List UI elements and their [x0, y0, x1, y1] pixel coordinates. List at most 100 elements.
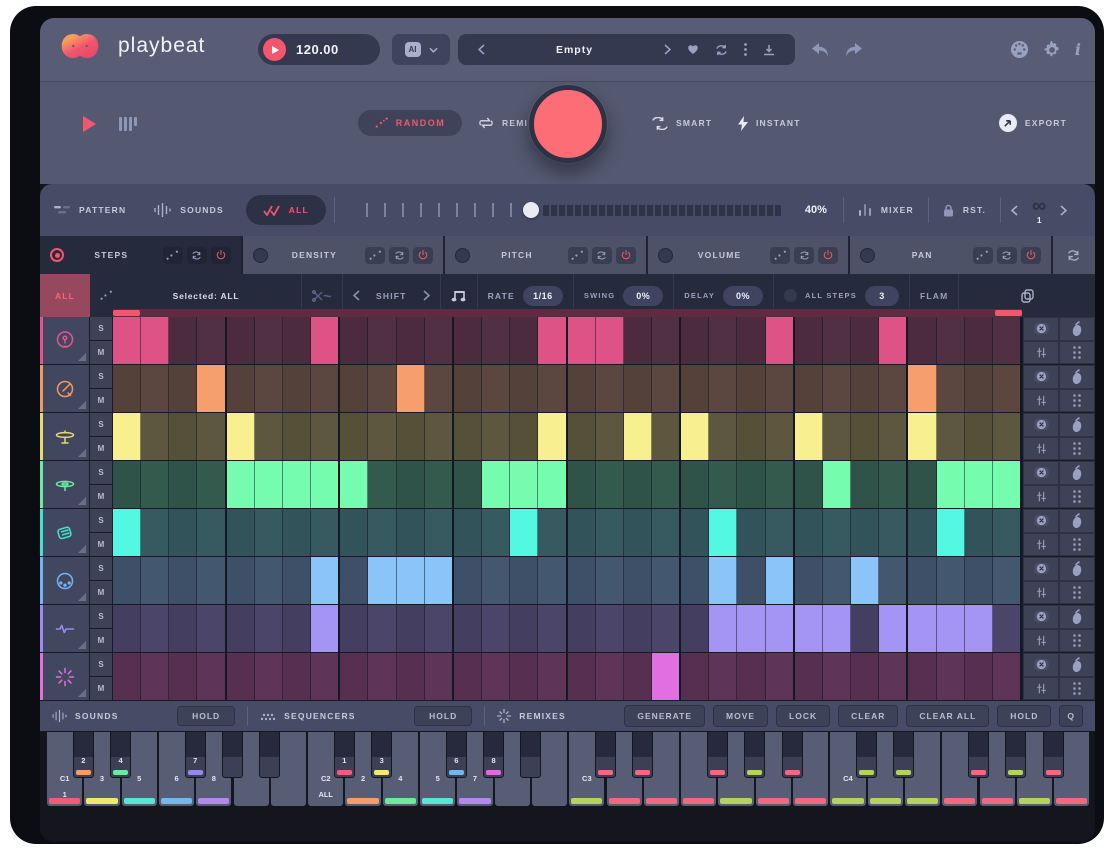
track-expand-triangle[interactable]: [78, 497, 86, 505]
track-8-step-31[interactable]: [965, 653, 993, 700]
track-6-step-15[interactable]: [510, 557, 538, 604]
tab-knob-icon[interactable]: [860, 248, 875, 263]
bpm-control[interactable]: 120.00: [258, 34, 380, 65]
track-4-step-29[interactable]: [908, 461, 936, 508]
track-7-step-5[interactable]: [227, 605, 255, 652]
drag-dots-button[interactable]: [1059, 677, 1095, 701]
track-6-step-22[interactable]: [709, 557, 737, 604]
track-4-step-16[interactable]: [538, 461, 567, 508]
track-8-step-26[interactable]: [823, 653, 851, 700]
track-7-step-6[interactable]: [255, 605, 283, 652]
track-8-step-21[interactable]: [681, 653, 709, 700]
track-5-step-31[interactable]: [965, 509, 993, 556]
track-1-step-29[interactable]: [908, 317, 936, 364]
drag-dots-button[interactable]: [1059, 437, 1095, 461]
randomness-slider-track[interactable]: [351, 203, 519, 217]
track-3-step-21[interactable]: [681, 413, 709, 460]
track-7-step-15[interactable]: [510, 605, 538, 652]
track-4-mute-button[interactable]: M: [90, 485, 112, 508]
track-3-step-4[interactable]: [197, 413, 226, 460]
track-8-step-22[interactable]: [709, 653, 737, 700]
track-5-step-16[interactable]: [538, 509, 567, 556]
filter-sliders-button[interactable]: [1023, 533, 1059, 557]
track-5-step-20[interactable]: [652, 509, 681, 556]
clear-row-button[interactable]: [1023, 365, 1059, 389]
track-3-step-6[interactable]: [255, 413, 283, 460]
track-2-step-5[interactable]: [227, 365, 255, 412]
track-7-step-18[interactable]: [596, 605, 624, 652]
q-button[interactable]: Q: [1059, 705, 1083, 727]
undo-button[interactable]: [810, 42, 832, 58]
track-1-step-23[interactable]: [737, 317, 765, 364]
track-7-step-32[interactable]: [993, 605, 1022, 652]
track-7-step-27[interactable]: [851, 605, 879, 652]
tab-randomize-icon[interactable]: [568, 247, 588, 264]
randomness-slider-knob[interactable]: [523, 202, 539, 218]
track-5-step-2[interactable]: [141, 509, 169, 556]
bpm-play-icon[interactable]: [263, 38, 286, 61]
track-2-step-13[interactable]: [454, 365, 482, 412]
track-7-step-11[interactable]: [397, 605, 425, 652]
track-8-mute-button[interactable]: M: [90, 677, 112, 700]
tab-randomize-icon[interactable]: [365, 247, 385, 264]
track-4-step-14[interactable]: [482, 461, 510, 508]
track-6-step-1[interactable]: [113, 557, 141, 604]
track-7-step-10[interactable]: [368, 605, 396, 652]
track-3-step-17[interactable]: [568, 413, 596, 460]
track-4-step-10[interactable]: [368, 461, 396, 508]
track-5-step-3[interactable]: [169, 509, 197, 556]
track-8-step-14[interactable]: [482, 653, 510, 700]
track-expand-triangle[interactable]: [78, 353, 86, 361]
filter-sliders-button[interactable]: [1023, 581, 1059, 605]
track-5-step-6[interactable]: [255, 509, 283, 556]
tab-randomize-icon[interactable]: [163, 247, 183, 264]
filter-sliders-button[interactable]: [1023, 629, 1059, 653]
ai-mode-dropdown[interactable]: AI: [392, 34, 450, 65]
track-8-step-13[interactable]: [454, 653, 482, 700]
track-4-step-20[interactable]: [652, 461, 681, 508]
track-6-step-16[interactable]: [538, 557, 567, 604]
track-4-step-17[interactable]: [568, 461, 596, 508]
black-key-C#2[interactable]: 1: [334, 731, 355, 778]
instant-button[interactable]: INSTANT: [738, 110, 801, 136]
filter-sliders-button[interactable]: [1023, 485, 1059, 509]
tab-loop-icon[interactable]: [794, 247, 814, 264]
track-6-step-7[interactable]: [283, 557, 311, 604]
track-4-step-13[interactable]: [454, 461, 482, 508]
track-3-step-26[interactable]: [823, 413, 851, 460]
black-key-G#4[interactable]: [1005, 731, 1026, 778]
randomness-slider-fill[interactable]: [543, 205, 783, 216]
track-6-step-31[interactable]: [965, 557, 993, 604]
track-5-step-8[interactable]: [311, 509, 340, 556]
tab-power-icon[interactable]: [211, 247, 231, 264]
tab-knob-icon[interactable]: [658, 248, 673, 263]
track-7-step-25[interactable]: [795, 605, 823, 652]
track-8-step-29[interactable]: [908, 653, 936, 700]
track-5-step-12[interactable]: [425, 509, 454, 556]
shaker-icon[interactable]: [1059, 317, 1095, 341]
track-5-step-7[interactable]: [283, 509, 311, 556]
reset-button[interactable]: RST.: [929, 204, 1000, 217]
track-4-step-6[interactable]: [255, 461, 283, 508]
track-3-step-7[interactable]: [283, 413, 311, 460]
track-5-step-14[interactable]: [482, 509, 510, 556]
track-7-step-29[interactable]: [908, 605, 936, 652]
sequencers-label[interactable]: SEQUENCERS: [284, 711, 356, 721]
track-7-step-13[interactable]: [454, 605, 482, 652]
track-7-step-28[interactable]: [879, 605, 908, 652]
track-3-step-18[interactable]: [596, 413, 624, 460]
track-4-step-32[interactable]: [993, 461, 1022, 508]
track-5-step-11[interactable]: [397, 509, 425, 556]
track-5-step-23[interactable]: [737, 509, 765, 556]
track-2-step-28[interactable]: [879, 365, 908, 412]
black-key-D#2[interactable]: 3: [371, 731, 392, 778]
filter-sliders-button[interactable]: [1023, 389, 1059, 413]
track-3-step-3[interactable]: [169, 413, 197, 460]
shaker-icon[interactable]: [1059, 653, 1095, 677]
track-7-step-8[interactable]: [311, 605, 340, 652]
track-4-step-2[interactable]: [141, 461, 169, 508]
track-8-step-16[interactable]: [538, 653, 567, 700]
track-5-step-4[interactable]: [197, 509, 226, 556]
track-7-step-1[interactable]: [113, 605, 141, 652]
track-2-step-4[interactable]: [197, 365, 226, 412]
